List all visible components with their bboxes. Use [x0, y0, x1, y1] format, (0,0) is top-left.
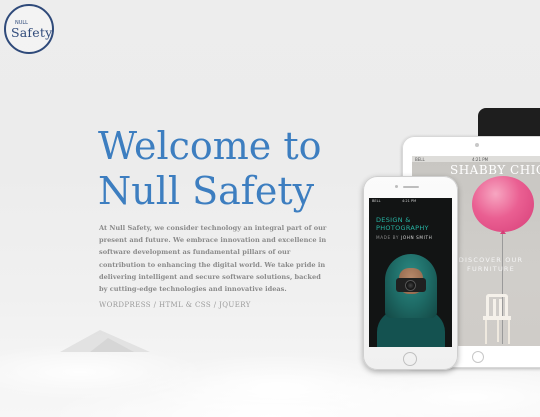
- home-button-icon: [403, 352, 417, 366]
- tablet-carrier: BELL: [415, 156, 425, 162]
- phone-carrier: BELL: [372, 199, 381, 203]
- tablet-tagline: DISCOVER OUR FURNITURE: [458, 256, 524, 273]
- phone-heading: DESIGN & PHOTOGRAPHY: [376, 216, 429, 232]
- hero-description: At Null Safety, we consider technology a…: [99, 224, 327, 294]
- speaker-grille: [403, 186, 419, 188]
- hero-title: Welcome to Null Safety: [98, 124, 322, 213]
- balloon-string: [502, 234, 503, 344]
- phone-byline: MADE BY JOHN SMITH: [376, 235, 432, 240]
- byline-name: JOHN SMITH: [401, 235, 433, 240]
- balloon-image: [472, 176, 534, 232]
- balloon-knot: [500, 230, 506, 234]
- camera-icon: [475, 143, 479, 147]
- chair-image: [486, 294, 508, 317]
- tablet-brand-logo: SHABBY CHIC: [450, 163, 540, 177]
- mountain-peak-image: [90, 338, 134, 352]
- chair-leg: [508, 320, 510, 344]
- camera-icon: [395, 185, 398, 188]
- phone-screen: BELL 4:21 PM DESIGN & PHOTOGRAPHY MADE B…: [369, 198, 452, 347]
- home-button-icon: [472, 351, 484, 363]
- site-logo[interactable]: NULL Safety: [4, 4, 54, 54]
- chair-leg: [485, 320, 487, 344]
- logo-main-text: Safety: [11, 25, 53, 40]
- tablet-status-bar: BELL 4:21 PM: [412, 156, 540, 162]
- byline-prefix: MADE BY: [376, 235, 402, 240]
- phone-time: 4:21 PM: [402, 199, 417, 203]
- camera-lens-icon: [405, 280, 416, 291]
- tech-list: WORDPRESS / HTML & CSS / JQUERY: [99, 301, 251, 309]
- chair-leg: [497, 320, 499, 342]
- phone-mockup: BELL 4:21 PM DESIGN & PHOTOGRAPHY MADE B…: [363, 176, 458, 370]
- tablet-time: 4:21 PM: [472, 156, 489, 162]
- phone-status-bar: BELL 4:21 PM: [369, 198, 452, 205]
